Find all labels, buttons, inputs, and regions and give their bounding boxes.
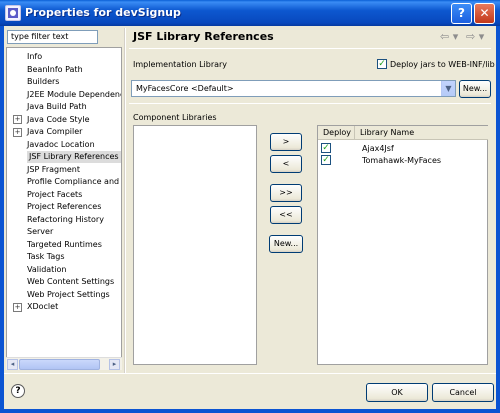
tree-item[interactable]: Java Build Path <box>27 101 87 113</box>
tree-item[interactable]: Validation <box>27 264 67 276</box>
deploy-jars-label: Deploy jars to WEB-INF/lib <box>390 60 495 69</box>
forward-arrow-icon[interactable]: ⇨ ▾ <box>466 30 484 43</box>
tree-horizontal-scrollbar[interactable]: ◂ ▸ <box>6 357 122 370</box>
help-title-button[interactable]: ? <box>451 3 472 24</box>
deploy-checkbox-tomahawk[interactable]: ✓ <box>321 155 331 165</box>
deploy-checkbox-ajax4jsf[interactable]: ✓ <box>321 143 331 153</box>
tree-item[interactable]: Server <box>27 226 53 238</box>
title-separator <box>129 48 491 49</box>
tree-item[interactable]: BeanInfo Path <box>27 64 83 76</box>
tree-item[interactable]: JSF Library References <box>27 151 121 163</box>
tree-item[interactable]: Project References <box>27 201 101 213</box>
title-bar[interactable]: Properties for devSignup ? ✕ <box>0 0 500 26</box>
implementation-value: MyFacesCore <Default> <box>136 84 234 93</box>
tree-item[interactable]: Web Project Settings <box>27 289 110 301</box>
cancel-button[interactable]: Cancel <box>432 383 494 402</box>
deploy-libraries-table[interactable]: Deploy Library Name ✓ Ajax4Jsf ✓ Tomahaw… <box>317 125 488 365</box>
scroll-thumb[interactable] <box>19 359 100 370</box>
chevron-down-icon[interactable]: ▼ <box>441 81 455 96</box>
panel-divider[interactable] <box>124 28 126 373</box>
implementation-select[interactable]: MyFacesCore <Default> ▼ <box>131 80 456 97</box>
back-arrow-icon[interactable]: ⇦ ▾ <box>440 30 458 43</box>
tree-item[interactable]: Project Facets <box>27 189 82 201</box>
footer-separator <box>4 373 496 374</box>
tree-item[interactable]: Builders <box>27 76 59 88</box>
tree-item[interactable]: Refactoring History <box>27 214 104 226</box>
new-component-button[interactable]: New... <box>269 235 303 253</box>
tree-item[interactable]: Task Tags <box>27 251 65 263</box>
column-header-library-name[interactable]: Library Name <box>355 126 488 140</box>
new-implementation-button[interactable]: New... <box>459 80 491 98</box>
remove-all-button[interactable]: << <box>270 206 302 224</box>
implementation-label: Implementation Library <box>133 60 228 69</box>
remove-button[interactable]: < <box>270 155 302 173</box>
frame-right <box>496 26 500 413</box>
add-button[interactable]: > <box>270 133 302 151</box>
window-title: Properties for devSignup <box>25 6 181 19</box>
deploy-jars-checkbox[interactable]: ✓ <box>377 59 387 69</box>
expand-icon[interactable]: + <box>13 302 22 312</box>
tree-item[interactable]: Info <box>27 51 42 63</box>
tree-item[interactable]: J2EE Module Dependencies <box>27 89 121 101</box>
component-libraries-label: Component Libraries <box>133 113 217 122</box>
window-icon <box>5 5 21 21</box>
tree-item[interactable]: JSP Fragment <box>27 164 80 176</box>
tree-item[interactable]: Javadoc Location <box>27 139 95 151</box>
expand-icon[interactable]: + <box>13 115 22 124</box>
frame-left <box>0 26 4 413</box>
tree-item[interactable]: Java Compiler <box>27 126 82 138</box>
ok-button[interactable]: OK <box>366 383 428 402</box>
page-title: JSF Library References <box>133 30 274 43</box>
add-all-button[interactable]: >> <box>270 184 302 202</box>
close-button[interactable]: ✕ <box>474 3 495 24</box>
tree-item[interactable]: Targeted Runtimes <box>27 239 102 251</box>
tree-item[interactable]: XDoclet <box>27 301 58 313</box>
section-separator <box>129 103 491 104</box>
tree-item[interactable]: Profile Compliance and Validation <box>27 176 121 188</box>
scroll-right-icon[interactable]: ▸ <box>109 359 120 370</box>
expand-icon[interactable]: + <box>13 127 22 137</box>
tree-item[interactable]: Web Content Settings <box>27 276 114 288</box>
filter-input[interactable]: type filter text <box>7 30 98 44</box>
help-icon[interactable]: ? <box>11 384 25 398</box>
table-row[interactable]: Tomahawk-MyFaces <box>362 156 441 165</box>
component-libraries-list[interactable] <box>133 125 257 365</box>
property-tree[interactable]: Info BeanInfo Path Builders J2EE Module Dep… <box>6 47 122 370</box>
scroll-left-icon[interactable]: ◂ <box>7 359 18 370</box>
tree-item[interactable]: Java Code Style <box>27 114 90 126</box>
column-header-deploy[interactable]: Deploy <box>318 126 355 140</box>
table-row[interactable]: Ajax4Jsf <box>362 144 394 153</box>
frame-bottom <box>0 409 500 413</box>
